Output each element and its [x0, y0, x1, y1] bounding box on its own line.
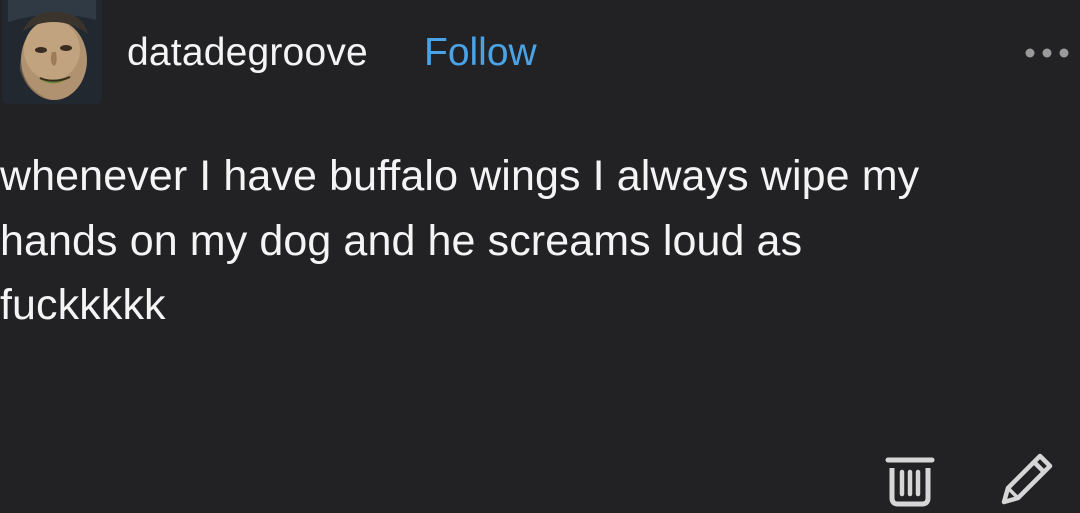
more-options-button[interactable] — [1016, 38, 1076, 68]
delete-post-button[interactable] — [884, 452, 936, 508]
edit-post-button[interactable] — [996, 452, 1054, 508]
pencil-icon — [1001, 453, 1053, 505]
post-body-text: whenever I have buffalo wings I always w… — [0, 152, 920, 329]
post-card: datadegroove Follow whenever I have buff… — [0, 0, 1080, 511]
follow-button[interactable]: Follow — [424, 30, 537, 76]
avatar[interactable] — [2, 0, 102, 104]
more-horizontal-icon — [1025, 48, 1069, 58]
avatar-image — [2, 0, 102, 104]
trash-icon — [885, 457, 935, 507]
post-author-username[interactable]: datadegroove — [127, 30, 368, 76]
